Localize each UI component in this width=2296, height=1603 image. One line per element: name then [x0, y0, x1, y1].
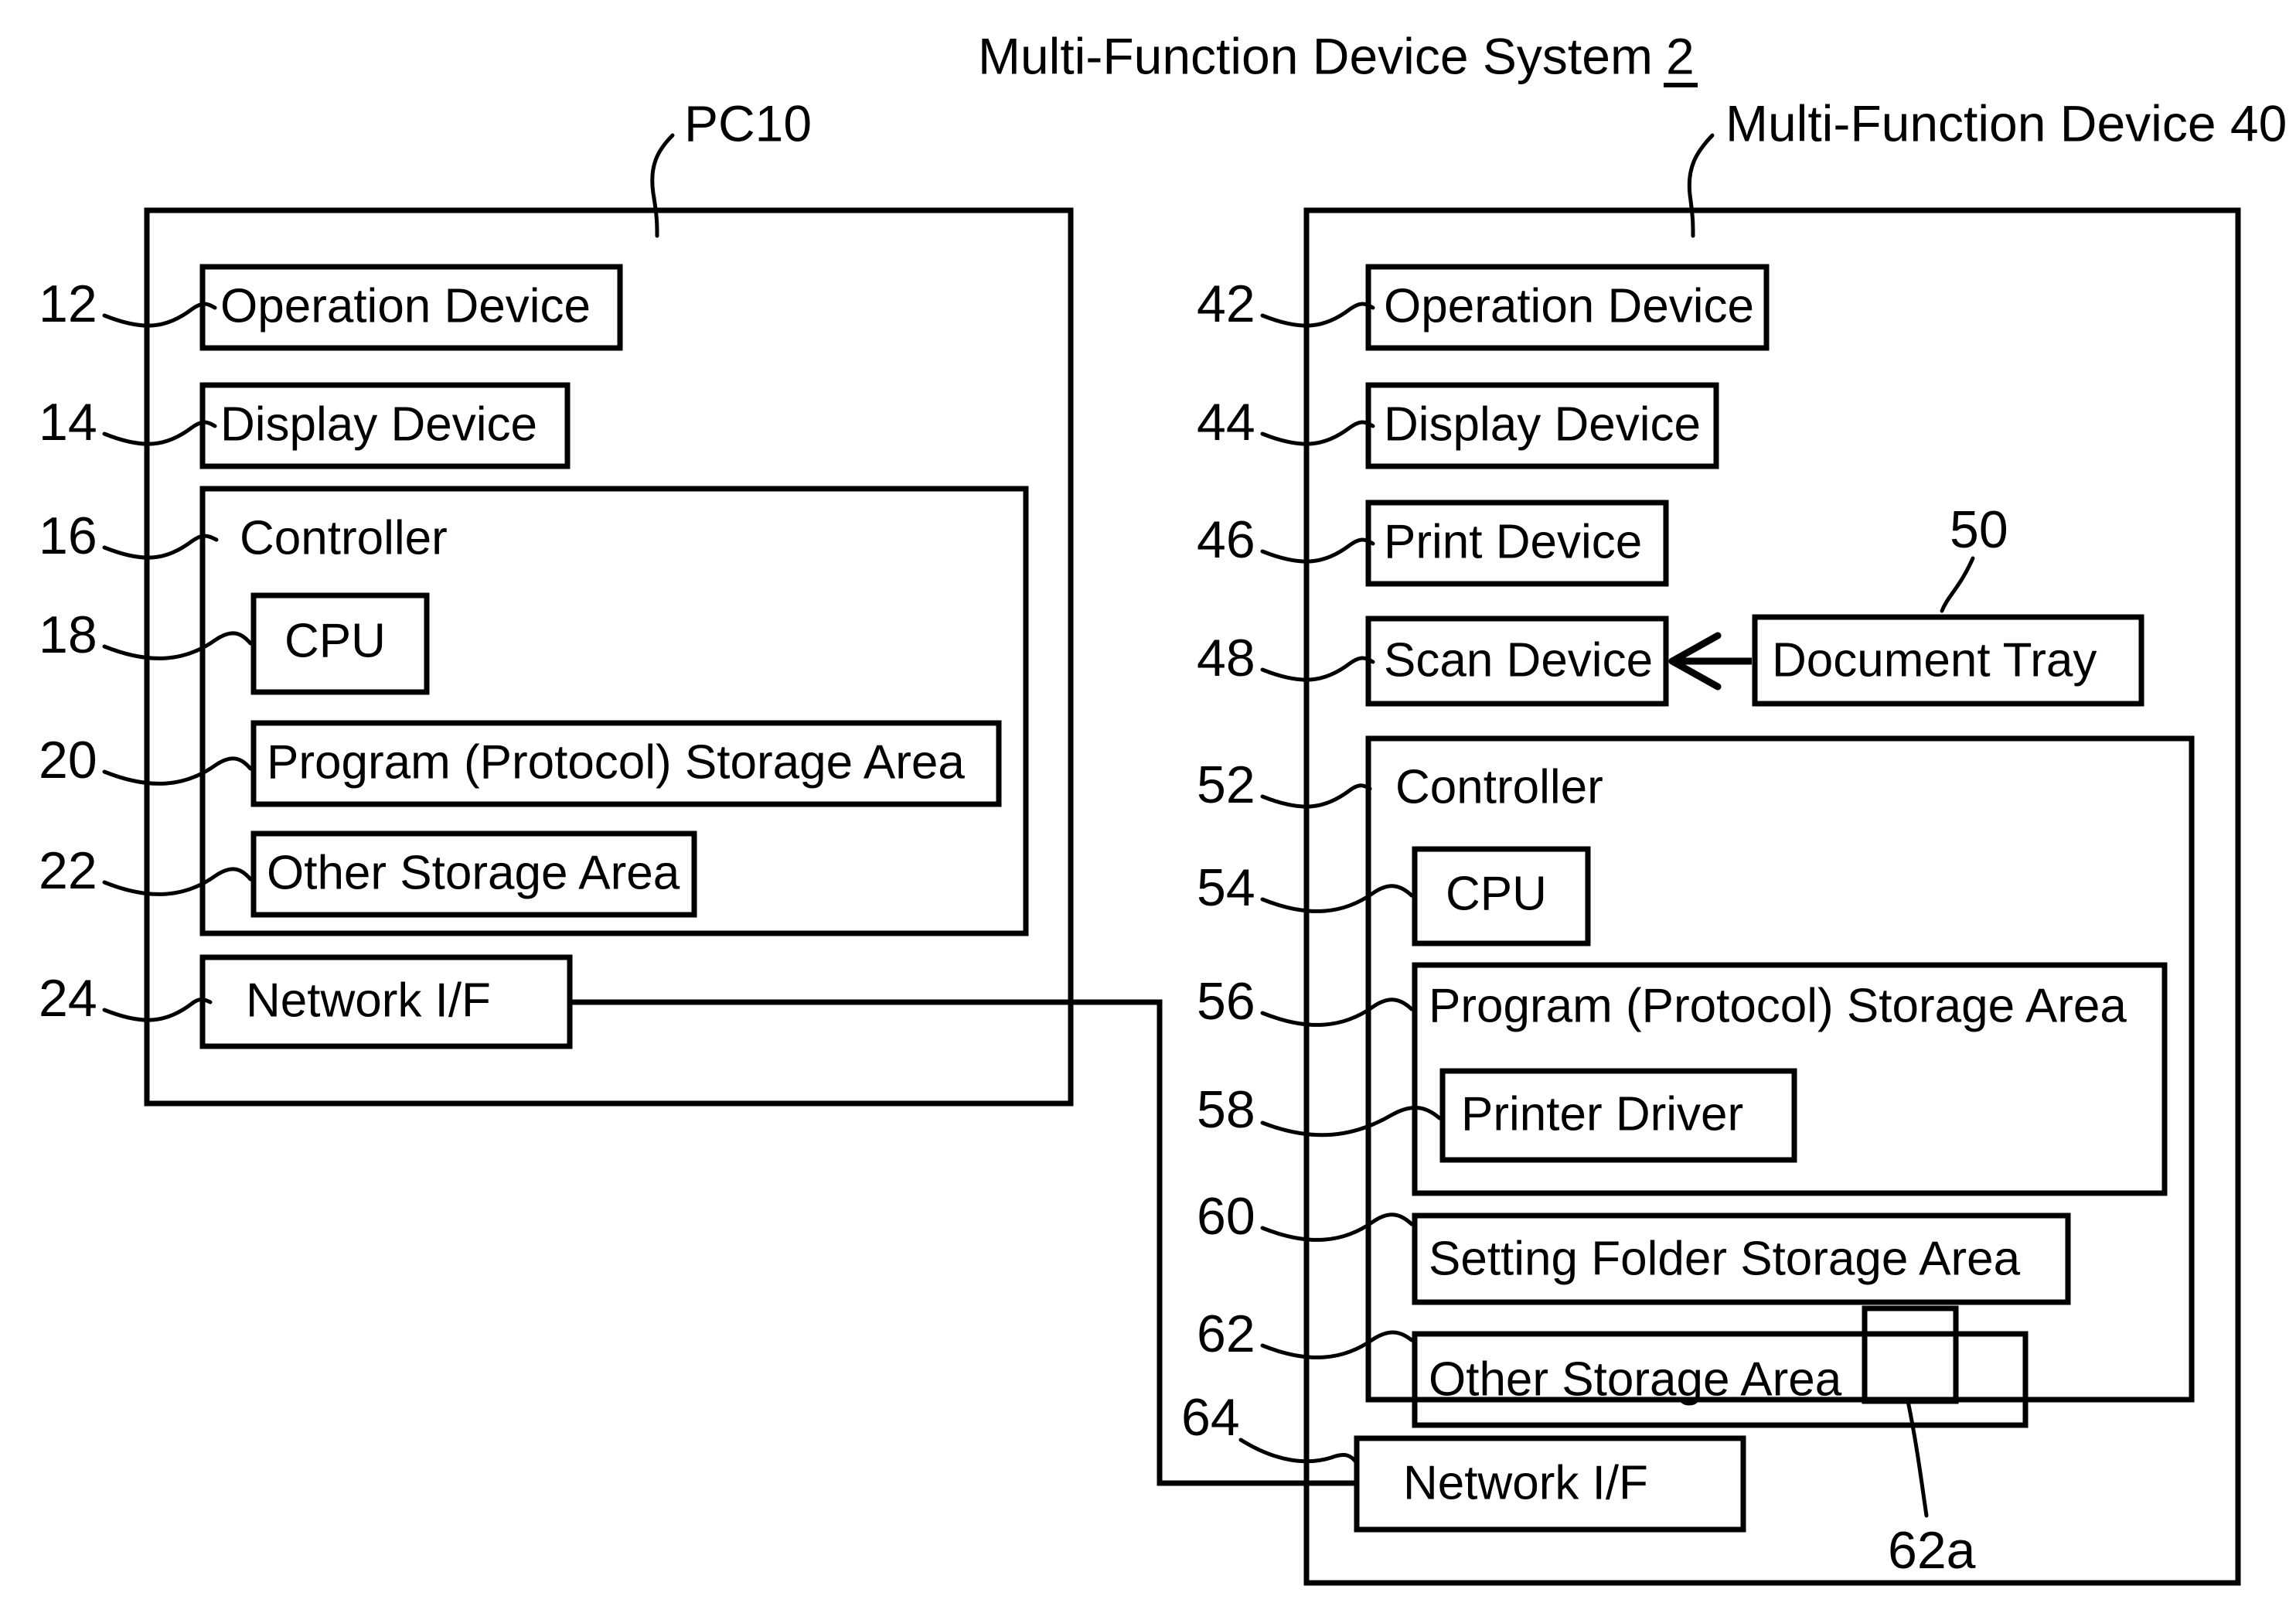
figure-title: Multi-Function Device System	[978, 27, 1653, 84]
pc-ref-20: 20	[39, 731, 97, 790]
mfd-ref-64-leader	[1238, 1438, 1359, 1465]
pc-ref-18: 18	[39, 605, 97, 664]
pc-program-storage-label: Program (Protocol) Storage Area	[267, 735, 965, 789]
mfd-ref-54-leader	[1260, 884, 1414, 913]
mfd-ref-54: 54	[1197, 858, 1255, 917]
pc-ref-12-leader	[102, 302, 217, 328]
mfd-display-device-label: Display Device	[1384, 397, 1701, 451]
pc-controller-label: Controller	[240, 511, 448, 564]
pc-ref-20-leader	[102, 756, 253, 786]
pc-ref-12: 12	[39, 275, 97, 333]
mfd-network-if-label: Network I/F	[1403, 1456, 1648, 1509]
mfd-ref-58: 58	[1197, 1080, 1255, 1139]
pc-ref-16: 16	[39, 506, 97, 565]
mfd-ref-42: 42	[1197, 275, 1255, 333]
mfd-ref-48: 48	[1197, 629, 1255, 687]
pc-panel-label: PC10	[684, 94, 812, 152]
mfd-controller-label: Controller	[1395, 760, 1603, 813]
mfd-ref-44: 44	[1197, 393, 1255, 452]
mfd-ref-48-leader	[1260, 656, 1375, 682]
mfd-label-leader	[1687, 133, 1715, 238]
pc-other-storage-label: Other Storage Area	[267, 846, 680, 899]
mfd-ref-50: 50	[1950, 500, 2008, 559]
pc-operation-device-label: Operation Device	[220, 279, 591, 333]
mfd-ref-62-leader	[1260, 1330, 1414, 1359]
mfd-program-storage-label: Program (Protocol) Storage Area	[1429, 979, 2127, 1032]
mfd-ref-50-leader	[1940, 556, 1975, 613]
patent-figure: Multi-Function Device System 2 PC10 Oper…	[0, 0, 2296, 1603]
mfd-ref-56: 56	[1197, 972, 1255, 1031]
mfd-ref-56-leader	[1260, 998, 1414, 1027]
mfd-ref-64: 64	[1181, 1388, 1240, 1447]
mfd-ref-42-leader	[1260, 302, 1375, 328]
mfd-document-tray-label: Document Tray	[1772, 633, 2097, 687]
mfd-setting-folder-label: Setting Folder Storage Area	[1429, 1232, 2021, 1285]
pc-ref-24: 24	[39, 969, 97, 1028]
mfd-ref-52: 52	[1197, 755, 1255, 814]
mfd-ref-62a-leader	[1906, 1399, 1929, 1518]
mfd-cpu-label: CPU	[1446, 867, 1547, 920]
pc-ref-16-leader	[102, 534, 219, 560]
pc-network-if-label: Network I/F	[246, 974, 491, 1027]
pc-ref-18-leader	[102, 631, 253, 660]
mfd-panel-label: Multi-Function Device 40	[1725, 94, 2287, 152]
mfd-ref-62: 62	[1197, 1305, 1255, 1363]
diagram-canvas: Multi-Function Device System 2 PC10 Oper…	[39, 27, 2287, 1586]
mfd-ref-46: 46	[1197, 510, 1255, 569]
pc-ref-14: 14	[39, 393, 97, 452]
mfd-operation-device-label: Operation Device	[1384, 279, 1754, 333]
mfd-ref-62a: 62a	[1888, 1521, 1976, 1580]
mfd-other-storage-inner-box-62a	[1862, 1305, 1959, 1404]
pc-cpu-label: CPU	[284, 614, 386, 667]
pc-ref-22-leader	[102, 867, 253, 896]
mfd-ref-60: 60	[1197, 1187, 1255, 1246]
pc-ref-14-leader	[102, 420, 217, 446]
mfd-other-storage-label: Other Storage Area	[1429, 1352, 1842, 1406]
figure-title-number: 2	[1666, 27, 1695, 84]
mfd-printer-driver-label: Printer Driver	[1461, 1087, 1743, 1141]
mfd-print-device-label: Print Device	[1384, 515, 1642, 568]
pc-ref-24-leader	[102, 998, 213, 1022]
mfd-ref-46-leader	[1260, 537, 1375, 564]
mfd-ref-52-leader	[1260, 783, 1372, 809]
mfd-ref-60-leader	[1260, 1212, 1414, 1242]
pc-ref-22: 22	[39, 841, 97, 900]
pc-display-device-label: Display Device	[220, 397, 537, 451]
mfd-scan-device-label: Scan Device	[1384, 633, 1653, 687]
mfd-ref-44-leader	[1260, 420, 1375, 446]
pc-label-leader	[650, 133, 675, 238]
